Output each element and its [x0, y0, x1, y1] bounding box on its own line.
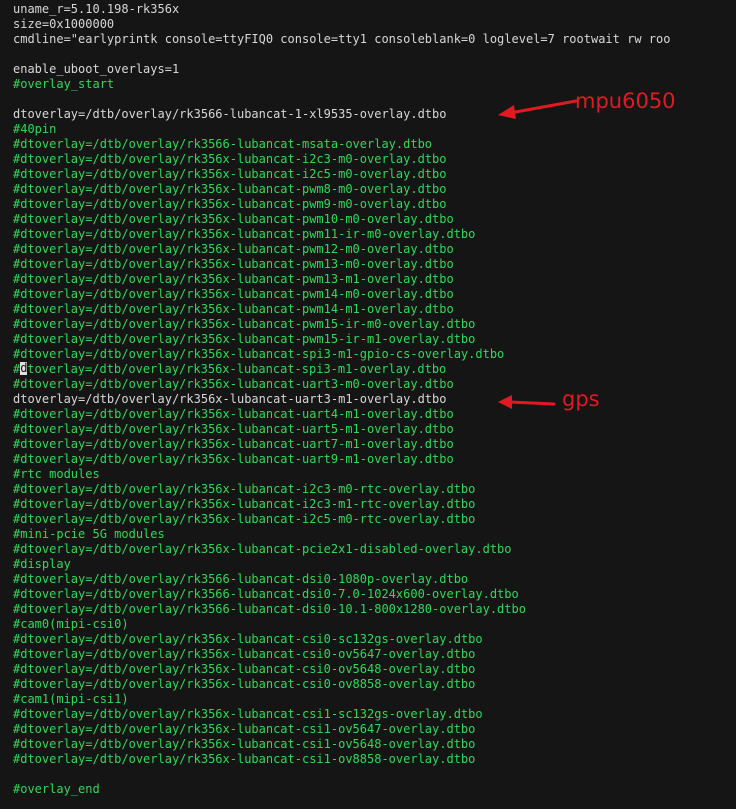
config-line[interactable]	[13, 767, 736, 782]
config-line[interactable]: uname_r=5.10.198-rk356x	[13, 2, 736, 17]
comment-line[interactable]: #dtoverlay=/dtb/overlay/rk356x-lubancat-…	[13, 227, 736, 242]
config-line[interactable]: dtoverlay=/dtb/overlay/rk356x-lubancat-u…	[13, 392, 736, 407]
comment-line[interactable]: #dtoverlay=/dtb/overlay/rk356x-lubancat-…	[13, 332, 736, 347]
comment-line[interactable]: #dtoverlay=/dtb/overlay/rk356x-lubancat-…	[13, 347, 736, 362]
comment-line[interactable]: #dtoverlay=/dtb/overlay/rk356x-lubancat-…	[13, 257, 736, 272]
comment-line[interactable]: #dtoverlay=/dtb/overlay/rk356x-lubancat-…	[13, 512, 736, 527]
comment-line[interactable]: #display	[13, 557, 736, 572]
comment-line[interactable]: #dtoverlay=/dtb/overlay/rk356x-lubancat-…	[13, 677, 736, 692]
comment-line[interactable]: #dtoverlay=/dtb/overlay/rk356x-lubancat-…	[13, 647, 736, 662]
config-line[interactable]: cmdline="earlyprintk console=ttyFIQ0 con…	[13, 32, 736, 47]
comment-line[interactable]: #dtoverlay=/dtb/overlay/rk356x-lubancat-…	[13, 362, 736, 377]
comment-line[interactable]: #dtoverlay=/dtb/overlay/rk356x-lubancat-…	[13, 167, 736, 182]
comment-line[interactable]: #dtoverlay=/dtb/overlay/rk356x-lubancat-…	[13, 242, 736, 257]
comment-line[interactable]: #dtoverlay=/dtb/overlay/rk356x-lubancat-…	[13, 302, 736, 317]
comment-line[interactable]: #dtoverlay=/dtb/overlay/rk356x-lubancat-…	[13, 422, 736, 437]
comment-line[interactable]: #dtoverlay=/dtb/overlay/rk356x-lubancat-…	[13, 542, 736, 557]
config-line[interactable]: enable_uboot_overlays=1	[13, 62, 736, 77]
comment-line[interactable]: #dtoverlay=/dtb/overlay/rk356x-lubancat-…	[13, 407, 736, 422]
comment-line[interactable]: #dtoverlay=/dtb/overlay/rk356x-lubancat-…	[13, 632, 736, 647]
comment-line[interactable]: #dtoverlay=/dtb/overlay/rk356x-lubancat-…	[13, 287, 736, 302]
comment-line[interactable]: #cam0(mipi-csi0)	[13, 617, 736, 632]
cursor-char: d	[20, 362, 28, 375]
comment-line[interactable]: #dtoverlay=/dtb/overlay/rk356x-lubancat-…	[13, 452, 736, 467]
comment-line[interactable]: #dtoverlay=/dtb/overlay/rk356x-lubancat-…	[13, 182, 736, 197]
comment-line[interactable]: #dtoverlay=/dtb/overlay/rk356x-lubancat-…	[13, 662, 736, 677]
comment-line[interactable]: #dtoverlay=/dtb/overlay/rk356x-lubancat-…	[13, 722, 736, 737]
comment-line[interactable]: #rtc modules	[13, 467, 736, 482]
config-line[interactable]	[13, 47, 736, 62]
comment-line[interactable]: #40pin	[13, 122, 736, 137]
comment-line[interactable]: #dtoverlay=/dtb/overlay/rk3566-lubancat-…	[13, 587, 736, 602]
text-cursor: d	[20, 362, 27, 375]
config-line[interactable]: size=0x1000000	[13, 17, 736, 32]
comment-line[interactable]: #dtoverlay=/dtb/overlay/rk356x-lubancat-…	[13, 152, 736, 167]
comment-line[interactable]: #dtoverlay=/dtb/overlay/rk356x-lubancat-…	[13, 197, 736, 212]
mpu6050-label: mpu6050	[575, 89, 676, 113]
comment-line[interactable]: #dtoverlay=/dtb/overlay/rk356x-lubancat-…	[13, 317, 736, 332]
line-text-rest: toverlay=/dtb/overlay/rk356x-lubancat-sp…	[27, 362, 447, 376]
terminal-window[interactable]: uname_r=5.10.198-rk356x size=0x1000000 cmd…	[0, 0, 736, 809]
comment-line[interactable]: #overlay_end	[13, 782, 736, 797]
gps-label: gps	[562, 387, 600, 411]
comment-line[interactable]: #dtoverlay=/dtb/overlay/rk3566-lubancat-…	[13, 602, 736, 617]
file-content[interactable]: uname_r=5.10.198-rk356x size=0x1000000 cmd…	[13, 2, 736, 797]
comment-line[interactable]: #dtoverlay=/dtb/overlay/rk356x-lubancat-…	[13, 212, 736, 227]
comment-line[interactable]: #dtoverlay=/dtb/overlay/rk356x-lubancat-…	[13, 482, 736, 497]
comment-line[interactable]: #dtoverlay=/dtb/overlay/rk356x-lubancat-…	[13, 707, 736, 722]
comment-line[interactable]: #cam1(mipi-csi1)	[13, 692, 736, 707]
comment-line[interactable]: #dtoverlay=/dtb/overlay/rk3566-lubancat-…	[13, 137, 736, 152]
comment-line[interactable]: #dtoverlay=/dtb/overlay/rk356x-lubancat-…	[13, 437, 736, 452]
line-text-prefix: #	[13, 362, 21, 376]
comment-line[interactable]: #dtoverlay=/dtb/overlay/rk3566-lubancat-…	[13, 572, 736, 587]
comment-line[interactable]: #dtoverlay=/dtb/overlay/rk356x-lubancat-…	[13, 752, 736, 767]
comment-line[interactable]: #dtoverlay=/dtb/overlay/rk356x-lubancat-…	[13, 737, 736, 752]
comment-line[interactable]: #dtoverlay=/dtb/overlay/rk356x-lubancat-…	[13, 272, 736, 287]
comment-line[interactable]: #dtoverlay=/dtb/overlay/rk356x-lubancat-…	[13, 497, 736, 512]
comment-line[interactable]: #dtoverlay=/dtb/overlay/rk356x-lubancat-…	[13, 377, 736, 392]
comment-line[interactable]: #mini-pcie 5G modules	[13, 527, 736, 542]
